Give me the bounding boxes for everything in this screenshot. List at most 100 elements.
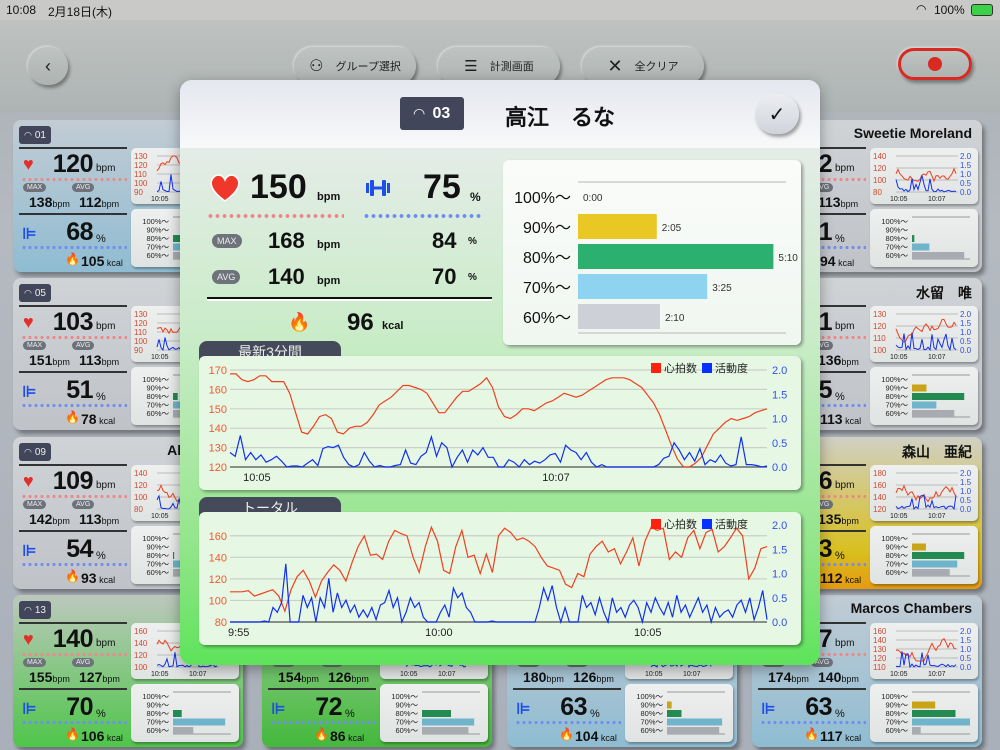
sensor-tag: ◠03	[400, 97, 464, 130]
activity-max: 84	[432, 228, 456, 254]
avg-badge: AVG	[72, 341, 94, 350]
zone-label: 60%〜	[885, 568, 908, 577]
group-select-label: グループ選択	[336, 58, 401, 74]
mini-zone-chart: 100%〜90%〜80%〜70%〜60%〜	[625, 684, 733, 742]
mini-zone-chart: 100%〜90%〜80%〜70%〜60%〜	[870, 367, 978, 425]
heart-rate-avg: 136bpm	[818, 352, 859, 368]
y-tick-label: 140	[873, 493, 887, 502]
y-right-tick-label: 0.5	[772, 593, 787, 605]
bpm-unit: bpm	[102, 357, 120, 367]
x-tick-label: 10:05	[151, 513, 169, 520]
y-left-tick-label: 170	[209, 365, 227, 377]
y-tick-label: 100	[134, 179, 148, 188]
x-tick-label: 10:05	[151, 671, 169, 678]
flame-icon: 🔥	[559, 727, 574, 741]
mini-zone-svg: 100%〜90%〜80%〜70%〜60%〜	[870, 367, 978, 425]
zone-bar	[173, 393, 178, 400]
battery-percent: 100%	[934, 3, 965, 17]
heart-rate-avg: 127bpm	[79, 669, 120, 685]
y-tick-label: 120	[134, 319, 148, 328]
x-tick-label: 10:07	[928, 513, 946, 520]
dumbbell-icon	[365, 178, 391, 198]
record-button[interactable]	[898, 48, 972, 80]
bpm-unit: bpm	[52, 516, 70, 526]
card-divider	[19, 622, 127, 624]
wifi-icon: ◠	[24, 447, 32, 458]
kcal-value: 113 kcal	[820, 411, 861, 427]
x-tick-label: 10:05	[400, 671, 418, 678]
mini-trend-chart: 1801601401202.01.51.00.50.010:0510:07	[870, 465, 978, 521]
y2-tick-label: 1.0	[960, 170, 972, 179]
x-tick-label: 10:05	[890, 671, 908, 678]
y-tick-label: 130	[134, 310, 148, 319]
zone-category-label: 100%〜	[514, 190, 571, 207]
activity-max-unit: %	[468, 236, 477, 247]
kcal-unit: kcal	[843, 416, 862, 426]
heart-rate-avg: 126bpm	[573, 669, 614, 685]
chevron-left-icon: ‹	[45, 56, 51, 77]
member-name: Sweetie Moreland	[854, 125, 972, 141]
heart-rate-avg: 126bpm	[328, 669, 369, 685]
y-tick-label: 120	[873, 164, 887, 173]
max-badge: MAX	[23, 341, 46, 350]
mini-zone-chart: 100%〜90%〜80%〜70%〜60%〜	[131, 684, 239, 742]
kcal-value: 106 kcal	[81, 728, 123, 744]
y-tick-label: 140	[873, 152, 887, 161]
kcal-unit: kcal	[97, 575, 116, 585]
back-button[interactable]: ‹	[28, 47, 68, 85]
bpm-unit: bpm	[301, 674, 319, 684]
member-name: 高江 るな	[480, 100, 640, 132]
heart-rate-max: 151bpm	[29, 352, 70, 368]
zone-bar	[912, 393, 964, 400]
legend-activity-label: 活動度	[715, 517, 748, 531]
y-tick-label: 160	[134, 627, 148, 636]
sensor-id: 03	[432, 105, 450, 123]
wifi-icon: ◠	[24, 288, 32, 299]
legend-activity-swatch	[702, 519, 712, 529]
activity-value: 68	[17, 218, 93, 247]
y-tick-label: 120	[873, 322, 887, 331]
heart-rate-dotted-divider	[21, 653, 127, 656]
status-time: 10:08	[6, 3, 36, 17]
x-tick-label: 10:05	[890, 196, 908, 203]
bpm-unit: bpm	[841, 674, 859, 684]
kcal-unit: kcal	[836, 258, 855, 268]
heart-rate-dotted-divider	[21, 336, 127, 339]
y-tick-label: 120	[873, 505, 887, 514]
x-tick-label: 10:05	[151, 196, 169, 203]
zone-bar	[667, 702, 672, 709]
y-right-tick-label: 2.0	[772, 365, 787, 377]
heart-rate-unit: bpm	[835, 480, 854, 491]
zone-bar	[912, 410, 954, 417]
flame-icon: 🔥	[288, 312, 310, 333]
card-divider	[19, 371, 127, 373]
kcal-unit: kcal	[104, 733, 123, 743]
y2-tick-label: 2.0	[960, 152, 972, 161]
y2-tick-label: 1.5	[960, 161, 972, 170]
y-tick-label: 140	[873, 636, 887, 645]
kcal-unit: kcal	[843, 575, 862, 585]
mini-zone-chart: 100%〜90%〜80%〜70%〜60%〜	[870, 684, 978, 742]
heart-rate-avg-unit: bpm	[317, 275, 340, 287]
y2-tick-label: 0.5	[960, 496, 972, 505]
activity-line	[896, 175, 956, 192]
zone-bar	[912, 544, 926, 551]
y-tick-label: 90	[134, 188, 143, 197]
mini-zone-svg: 100%〜90%〜80%〜70%〜60%〜	[870, 526, 978, 584]
activity-dotted-divider	[363, 214, 483, 218]
mini-trend-svg: 1601401301201102.01.51.00.50.010:0510:07	[870, 623, 978, 679]
heart-rate-avg: 140bpm	[818, 669, 859, 685]
heart-rate-dotted-divider	[21, 178, 127, 181]
zone-bar	[173, 727, 193, 734]
zone-bar	[912, 702, 935, 709]
heart-rate-unit: bpm	[96, 321, 115, 332]
card-divider	[19, 147, 127, 149]
kcal-unit: kcal	[97, 416, 116, 426]
confirm-button[interactable]: ✓	[755, 94, 799, 134]
y-left-tick-label: 80	[215, 617, 227, 629]
y-tick-label: 130	[873, 310, 887, 319]
zone-bar	[667, 727, 719, 734]
zone-time-label: 3:25	[712, 283, 732, 294]
group-icon: ⚇	[309, 56, 323, 76]
bpm-unit: bpm	[841, 199, 859, 209]
